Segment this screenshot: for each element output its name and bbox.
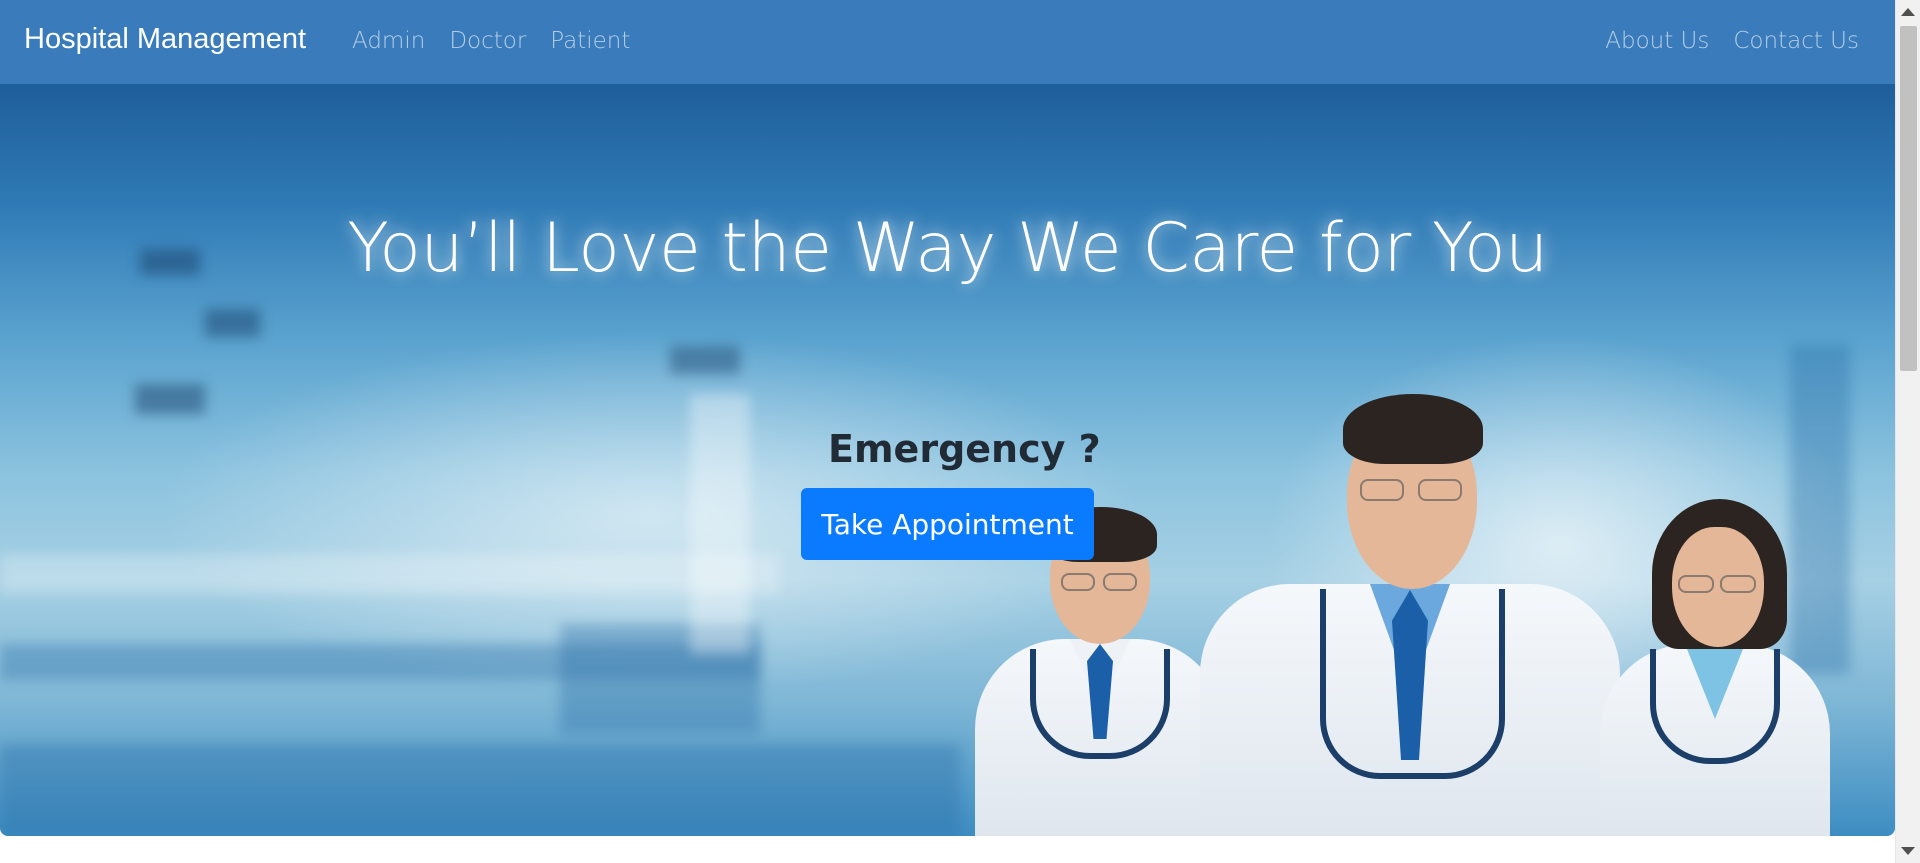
scroll-thumb[interactable] [1900,26,1917,371]
scroll-up-arrow-icon[interactable] [1901,8,1915,16]
nav-link-patient[interactable]: Patient [550,28,630,54]
hero-banner: You’ll Love the Way We Care for You Emer… [0,84,1895,836]
emergency-label: Emergency ? [828,427,1101,471]
scroll-down-arrow-icon[interactable] [1901,847,1915,855]
nav-link-contact-us[interactable]: Contact Us [1733,28,1859,54]
navbar: Hospital Management Admin Doctor Patient… [0,0,1895,84]
doctor-figure-center [1200,394,1620,836]
doctors-photo [960,304,1860,836]
nav-right: About Us Contact Us [1605,28,1859,54]
nav-left: Admin Doctor Patient [352,28,630,54]
background-blur [0,554,780,594]
hero-title: You’ll Love the Way We Care for You [347,209,1548,288]
take-appointment-button[interactable]: Take Appointment [801,488,1094,560]
background-blur [670,346,740,374]
background-blur [135,384,205,414]
nav-link-admin[interactable]: Admin [352,28,425,54]
background-blur [690,394,750,654]
doctor-figure-right [1600,499,1830,836]
nav-link-about-us[interactable]: About Us [1605,28,1709,54]
page-scrollbar[interactable] [1895,0,1920,863]
background-blur [0,744,960,836]
background-blur [205,309,260,337]
nav-link-doctor[interactable]: Doctor [449,28,526,54]
brand-logo-link[interactable]: Hospital Management [24,23,306,56]
